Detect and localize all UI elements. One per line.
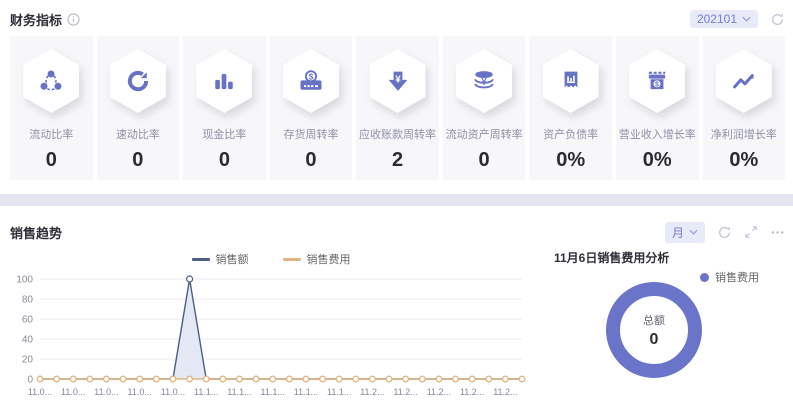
metric-value: 0: [132, 149, 143, 172]
metric-cards-row: 流动比率 0 速动比率 0 现金比率 0 $ 存货周转率 0 ¥ 应收账款周转率…: [10, 36, 785, 180]
trend-up-icon: [730, 67, 758, 95]
metric-value: 0%: [643, 149, 672, 172]
finance-indicators-section: 财务指标 202101 流动比率 0 速动比率 0: [0, 0, 793, 180]
donut-legend[interactable]: 销售费用: [700, 269, 759, 285]
svg-text:60: 60: [22, 315, 34, 326]
sales-line-chart[interactable]: 0 20 40 60 80 100 11.0... 11.0... 11.0... 11.0...…: [10, 271, 532, 400]
svg-text:11.1...: 11.1...: [327, 387, 351, 397]
sales-trend-section: 销售趋势 月 销售额销售费用 02040608010011.0...11.0..…: [0, 206, 793, 400]
metric-label: 流动资产周转率: [446, 126, 523, 142]
legend-item[interactable]: 销售费用: [283, 251, 351, 267]
yuan-down-arrow-icon: ¥: [384, 67, 412, 95]
donut-chart[interactable]: 总额 0: [606, 282, 702, 378]
svg-text:20: 20: [22, 355, 34, 366]
sales-line-chart-panel: 销售额 销售费用 0 20 40 60 80 100 11.0... 11.0... 11.0..…: [10, 249, 532, 400]
svg-text:$: $: [309, 72, 314, 81]
shop-dollar-icon: $: [643, 67, 671, 95]
metric-value: 2: [392, 149, 403, 172]
metric-label: 应收账款周转率: [359, 126, 436, 142]
svg-text:$: $: [655, 81, 659, 88]
svg-text:11.0...: 11.0...: [161, 387, 185, 397]
sales-period-value: 月: [672, 224, 684, 241]
svg-text:11.2...: 11.2...: [427, 387, 451, 397]
metric-card-receivable-turnover: ¥ 应收账款周转率 2: [356, 36, 439, 180]
svg-text:11.1...: 11.1...: [227, 387, 251, 397]
svg-text:¥: ¥: [395, 74, 401, 85]
info-icon[interactable]: [67, 13, 80, 26]
finance-period-value: 202101: [697, 12, 737, 26]
metric-value: 0%: [729, 149, 758, 172]
svg-text:11.0...: 11.0...: [128, 387, 152, 397]
svg-text:11.2...: 11.2...: [360, 387, 384, 397]
finance-period-dropdown[interactable]: 202101: [690, 10, 758, 28]
metric-value: 0: [219, 149, 230, 172]
line-chart-legend[interactable]: 销售额 销售费用: [10, 251, 532, 267]
donut-center-label: 总额: [643, 312, 665, 328]
metric-card-current-asset-turnover: ¥ 流动资产周转率 0: [443, 36, 526, 180]
more-icon[interactable]: [770, 225, 785, 240]
metric-label: 资产负债率: [543, 126, 598, 142]
sales-section-title: 销售趋势: [10, 223, 62, 242]
svg-text:100: 100: [16, 275, 33, 286]
svg-text:11.0...: 11.0...: [61, 387, 85, 397]
metric-card-profit-growth: 净利润增长率 0%: [703, 36, 786, 180]
metric-card-inventory-turnover: $ 存货周转率 0: [270, 36, 353, 180]
svg-text:80: 80: [22, 295, 34, 306]
bar-chart-icon: [210, 67, 238, 95]
svg-text:11.2...: 11.2...: [493, 387, 517, 397]
metric-value: 0: [479, 149, 490, 172]
svg-text:11.0...: 11.0...: [94, 387, 118, 397]
svg-text:11.1...: 11.1...: [261, 387, 285, 397]
metric-card-quick-ratio: 速动比率 0: [97, 36, 180, 180]
metric-card-debt-ratio: 资产负债率 0%: [529, 36, 612, 180]
donut-title: 11月6日销售费用分析: [554, 249, 785, 266]
svg-text:11.2...: 11.2...: [460, 387, 484, 397]
legend-item[interactable]: 销售额: [192, 251, 249, 267]
chevron-down-icon: [689, 229, 698, 235]
legend-dot: [700, 273, 709, 282]
metric-label: 流动比率: [29, 126, 73, 142]
chevron-down-icon: [742, 16, 751, 22]
svg-text:11.0...: 11.0...: [28, 387, 52, 397]
yuan-coins-icon: ¥: [470, 67, 498, 95]
metric-label: 营业收入增长率: [619, 126, 696, 142]
metric-label: 存货周转率: [283, 126, 338, 142]
section-divider: [0, 194, 793, 206]
svg-text:¥: ¥: [481, 77, 487, 88]
metric-label: 净利润增长率: [711, 126, 777, 142]
metric-card-cash-ratio: 现金比率 0: [183, 36, 266, 180]
donut-legend-label: 销售费用: [715, 269, 759, 285]
svg-text:11.2...: 11.2...: [393, 387, 417, 397]
expand-icon[interactable]: [744, 225, 758, 239]
svg-text:0: 0: [27, 375, 33, 386]
svg-text:11.1...: 11.1...: [294, 387, 318, 397]
metric-value: 0: [305, 149, 316, 172]
metric-card-revenue-growth: $ 营业收入增长率 0%: [616, 36, 699, 180]
cash-register-icon: $: [297, 67, 325, 95]
metric-value: 0: [46, 149, 57, 172]
refresh-icon[interactable]: [717, 225, 732, 240]
metric-label: 速动比率: [116, 126, 160, 142]
expense-donut-panel: 11月6日销售费用分析 销售费用 总额 0: [532, 249, 785, 400]
finance-section-title: 财务指标: [10, 10, 62, 29]
share-nodes-icon: [37, 67, 65, 95]
metric-value: 0%: [556, 149, 585, 172]
sales-period-dropdown[interactable]: 月: [665, 222, 705, 243]
metric-label: 现金比率: [202, 126, 246, 142]
metric-card-current-ratio: 流动比率 0: [10, 36, 93, 180]
svg-text:11.1...: 11.1...: [194, 387, 218, 397]
ring-arrow-icon: [124, 67, 152, 95]
svg-text:40: 40: [22, 335, 34, 346]
donut-center-value: 0: [650, 331, 659, 349]
refresh-icon[interactable]: [770, 12, 785, 27]
receipt-chart-icon: [557, 67, 585, 95]
